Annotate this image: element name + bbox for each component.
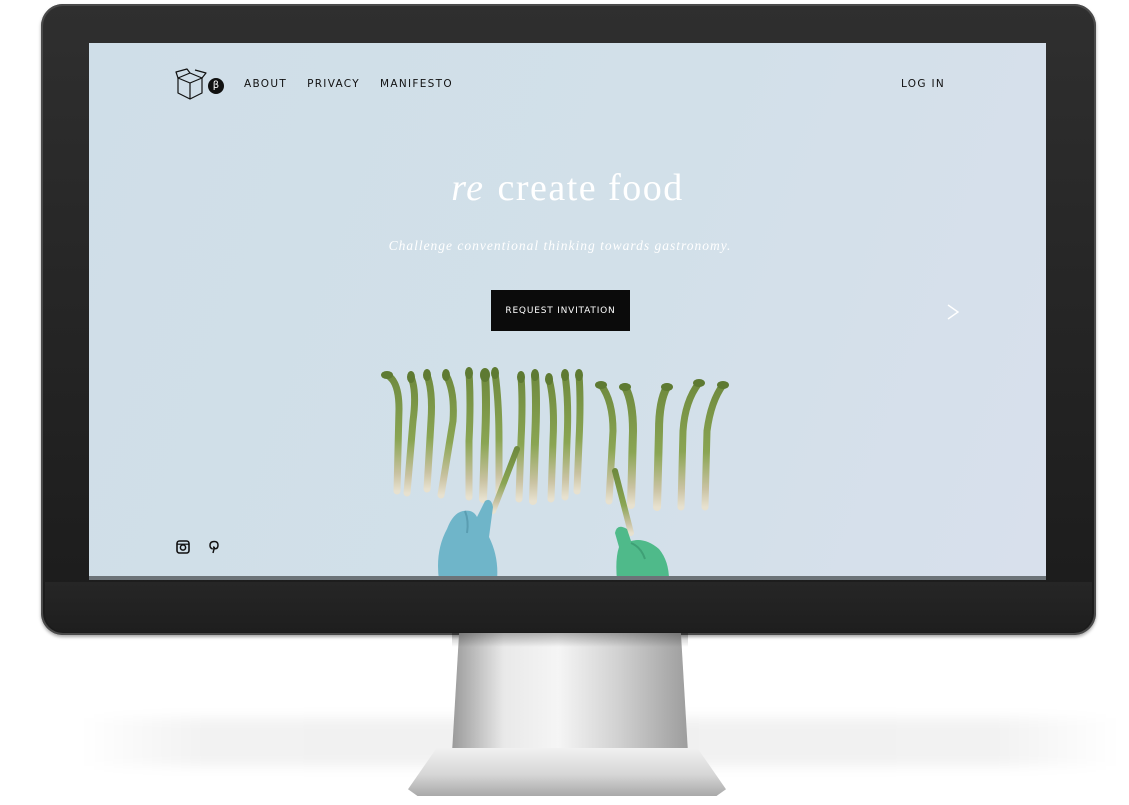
login-link[interactable]: LOG IN [901,78,945,90]
monitor-stand-shadow [452,633,688,647]
asparagus-illustration [381,367,729,580]
pinterest-icon[interactable] [208,540,220,554]
monitor-stand-neck [452,633,688,753]
instagram-icon[interactable] [176,540,190,554]
beta-badge: β [208,78,224,94]
nav-item-manifesto[interactable]: MANIFESTO [380,78,453,90]
monitor-chin [45,582,1092,632]
hero-title-rest: create food [497,167,684,209]
chevron-right-icon[interactable] [946,303,960,321]
nav-item-about[interactable]: ABOUT [244,78,287,90]
main-nav: ABOUT PRIVACY MANIFESTO [244,78,473,90]
hero-title-prefix: re [451,167,485,209]
hero-subtitle: Challenge conventional thinking towards … [388,238,732,253]
request-invitation-button[interactable]: REQUEST INVITATION [491,290,630,331]
monitor-stand-foot [408,748,726,796]
nav-item-privacy[interactable]: PRIVACY [307,78,360,90]
hero-title: re create food [89,166,1046,210]
website-screen: β ABOUT PRIVACY MANIFESTO LOG IN re crea… [89,43,1046,580]
